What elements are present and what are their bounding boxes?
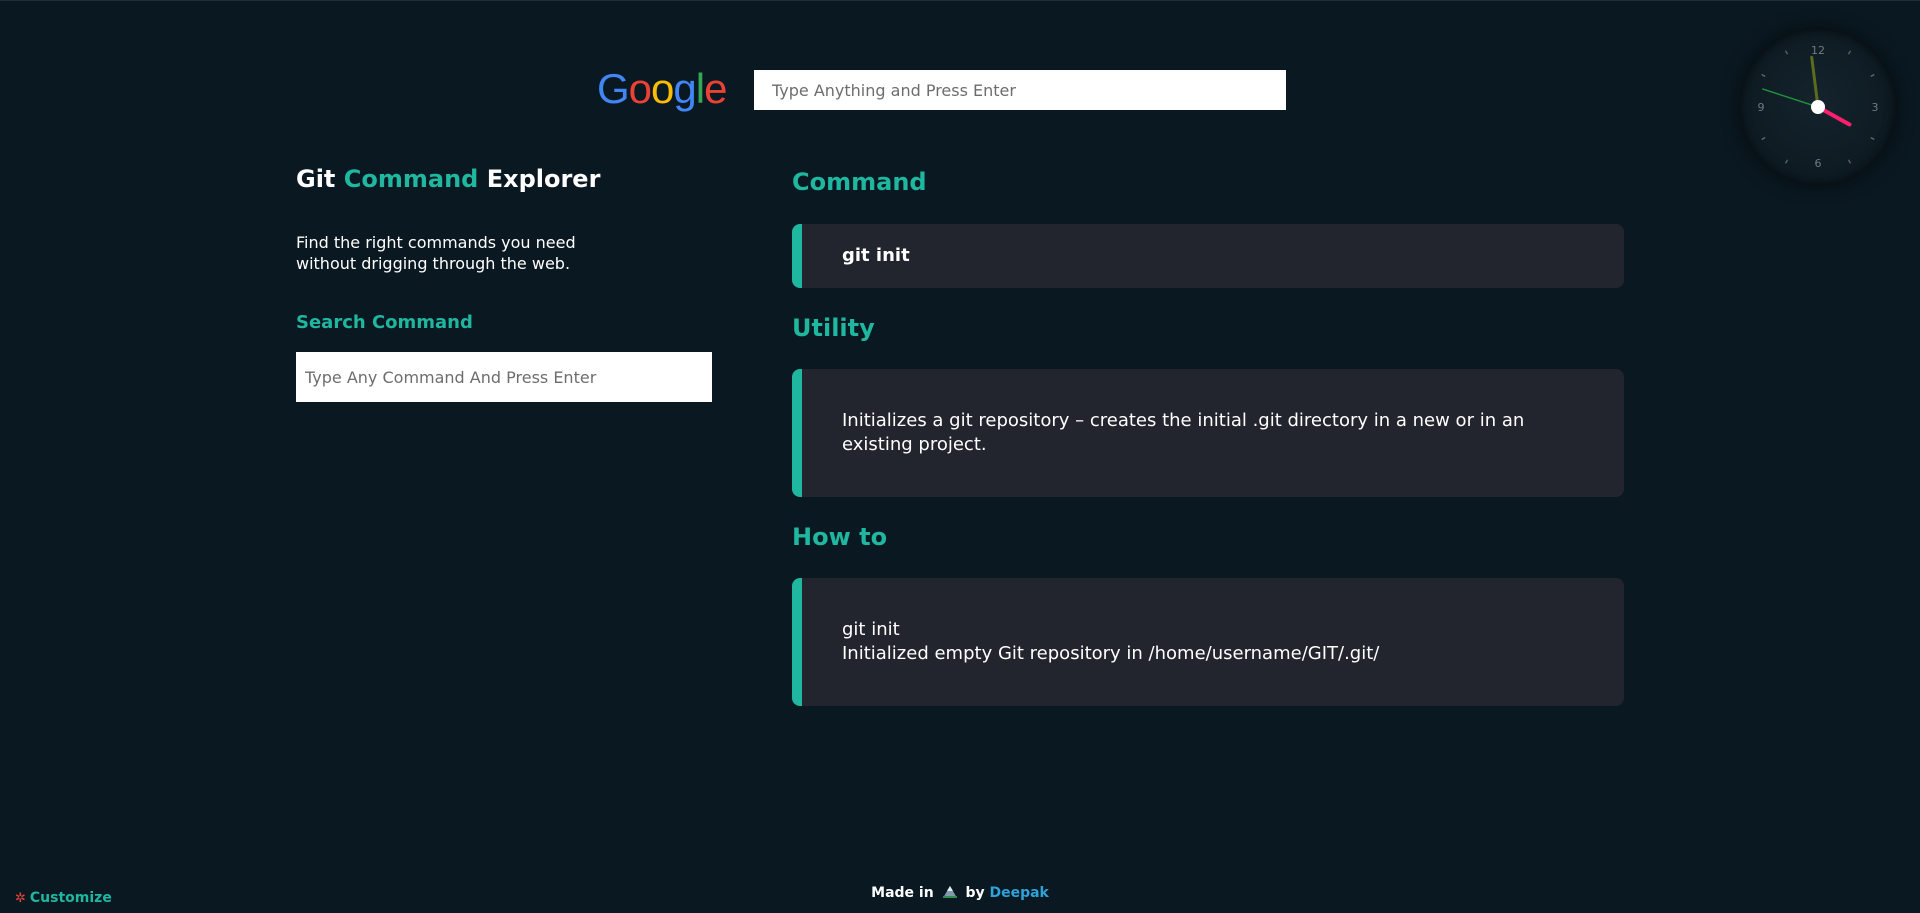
clock-numeral-3: 3 — [1872, 101, 1879, 114]
command-search-input[interactable] — [296, 352, 712, 402]
google-logo: Google — [597, 65, 727, 113]
page-title: Git Command Explorer — [296, 162, 600, 196]
clock-tick — [1784, 50, 1789, 55]
clock-tick — [1847, 159, 1852, 164]
clock-tick — [1784, 159, 1789, 164]
clock-numeral-9: 9 — [1758, 101, 1765, 114]
howto-line: git init — [842, 619, 900, 640]
command-section-title: Command — [792, 168, 927, 196]
search-command-label: Search Command — [296, 312, 473, 333]
mountain-flag-icon — [942, 885, 958, 903]
author-link[interactable]: Deepak — [989, 885, 1048, 901]
made-in-text: Made in — [871, 885, 934, 901]
title-part-command: Command — [343, 165, 479, 193]
command-value: git init — [842, 245, 910, 266]
clock-tick — [1761, 136, 1766, 141]
google-logo-letter: G — [597, 65, 630, 112]
command-card: git init — [792, 224, 1624, 288]
utility-section-title: Utility — [792, 314, 875, 342]
google-logo-letter: o — [628, 65, 652, 112]
clock-tick — [1761, 73, 1766, 78]
clock-numeral-6: 6 — [1815, 157, 1822, 170]
utility-description: Initializes a git repository – creates t… — [842, 410, 1525, 455]
google-search-input[interactable] — [754, 70, 1286, 110]
clock-tick — [1847, 50, 1852, 55]
title-part-git: Git — [296, 165, 336, 193]
clock-numeral-12: 12 — [1811, 44, 1825, 57]
google-logo-letter: e — [704, 65, 727, 112]
page-description: Find the right commands you need without… — [296, 233, 576, 273]
howto-section-title: How to — [792, 523, 888, 551]
clock-second-hand — [1762, 88, 1819, 108]
clock-center-pin — [1811, 100, 1825, 114]
footer-credit: Made in by Deepak — [0, 885, 1920, 903]
by-text: by — [965, 885, 985, 901]
google-logo-letter: o — [651, 65, 674, 112]
howto-line: Initialized empty Git repository in /hom… — [842, 643, 1380, 664]
clock-tick — [1870, 136, 1875, 141]
google-logo-letter: l — [695, 65, 705, 112]
analog-clock: 12 3 6 9 — [1740, 29, 1896, 185]
howto-card: git init Initialized empty Git repositor… — [792, 578, 1624, 706]
clock-face: 12 3 6 9 — [1758, 44, 1879, 170]
clock-minute-hand — [1810, 55, 1820, 109]
utility-card: Initializes a git repository – creates t… — [792, 369, 1624, 497]
google-logo-letter: g — [673, 65, 696, 112]
clock-tick — [1870, 73, 1875, 78]
title-part-explorer: Explorer — [486, 165, 601, 193]
